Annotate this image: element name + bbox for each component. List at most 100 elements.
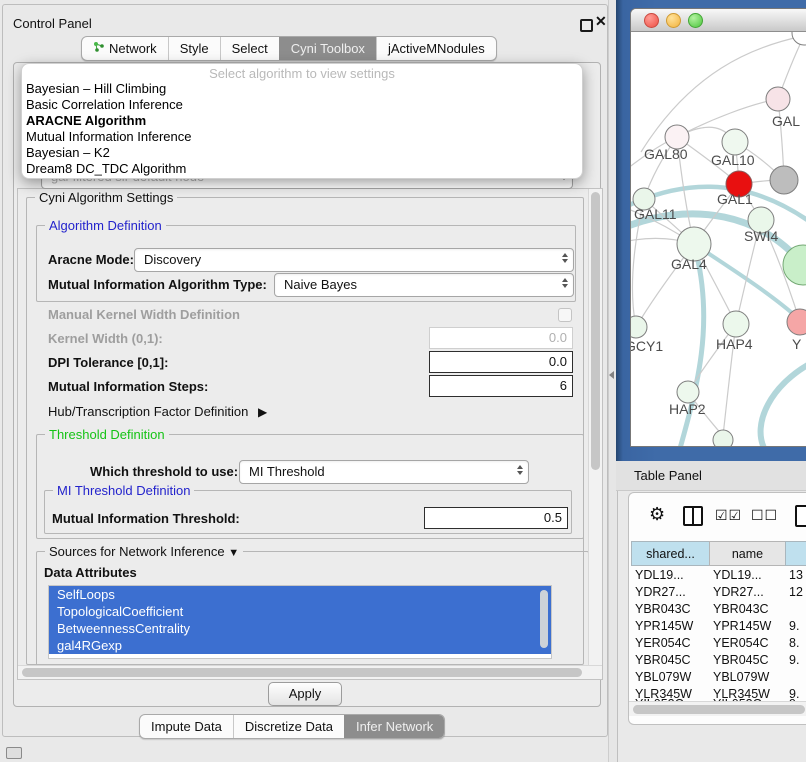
table-row[interactable]: YDR27... YDR27... 12 bbox=[629, 584, 806, 601]
select-all-checks-icon[interactable]: ☑☑ bbox=[715, 507, 742, 524]
which-threshold-combobox[interactable]: MI Threshold bbox=[239, 460, 529, 484]
aracne-mode-combobox[interactable]: Discovery bbox=[134, 248, 574, 272]
list-item[interactable]: SelfLoops bbox=[49, 586, 551, 603]
cell-shared[interactable]: YPR145W bbox=[635, 618, 707, 635]
kernel-width-field[interactable]: 0.0 bbox=[429, 327, 573, 349]
float-window-button[interactable] bbox=[580, 19, 593, 32]
gear-icon[interactable]: ⚙ bbox=[649, 504, 665, 525]
list-item[interactable]: gal4RGexp bbox=[49, 637, 551, 654]
list-scrollbar-thumb[interactable] bbox=[540, 590, 548, 648]
column-header-name[interactable]: name bbox=[709, 541, 786, 566]
cell-name[interactable]: YBR045C bbox=[713, 652, 785, 669]
tab-jactivemnodules[interactable]: jActiveMNodules bbox=[376, 37, 496, 60]
dpi-tolerance-field[interactable]: 0.0 bbox=[429, 351, 573, 373]
table-toolbar: ⚙ ☑☑ ☐☐ bbox=[629, 493, 806, 539]
column-header-partial[interactable] bbox=[785, 541, 806, 566]
mi-steps-field[interactable]: 6 bbox=[429, 375, 573, 397]
tab-style[interactable]: Style bbox=[168, 37, 220, 60]
mi-type-combobox[interactable]: Naive Bayes bbox=[274, 273, 574, 297]
bottom-tabbar: Impute Data Discretize Data Infer Networ… bbox=[139, 714, 445, 739]
node-label: Y bbox=[792, 336, 802, 352]
dropdown-item[interactable]: Bayesian – Hill Climbing bbox=[26, 81, 576, 97]
apply-button[interactable]: Apply bbox=[268, 682, 342, 706]
columns-icon[interactable] bbox=[683, 506, 703, 526]
cell-value[interactable]: 12 bbox=[789, 584, 806, 601]
tab-discretize-data[interactable]: Discretize Data bbox=[233, 715, 344, 738]
table-row[interactable]: YBL079W YBL079W bbox=[629, 669, 806, 686]
cell-name[interactable]: YBL079W bbox=[713, 669, 785, 686]
control-panel-window: Control Panel ✕ Network Style Select Cyn… bbox=[2, 4, 608, 737]
dropdown-item[interactable]: Dream8 DC_TDC Algorithm bbox=[26, 161, 576, 177]
network-node[interactable] bbox=[713, 430, 733, 446]
horizontal-scrollbar[interactable] bbox=[18, 665, 602, 679]
list-item[interactable]: TopologicalCoefficient bbox=[49, 603, 551, 620]
tab-cyni-toolbox[interactable]: Cyni Toolbox bbox=[279, 37, 376, 60]
cell-shared[interactable]: YBR045C bbox=[635, 652, 707, 669]
dropdown-item[interactable]: Basic Correlation Inference bbox=[26, 97, 576, 113]
collapse-arrow-icon[interactable]: ▼ bbox=[228, 547, 239, 559]
cell-name[interactable]: YDR27... bbox=[713, 584, 785, 601]
control-panel-title: Control Panel bbox=[13, 16, 92, 31]
dropdown-item-selected[interactable]: ARACNE Algorithm bbox=[26, 113, 576, 129]
tab-infer-network[interactable]: Infer Network bbox=[344, 715, 444, 738]
table-panel-titlebar: Table Panel bbox=[616, 461, 806, 491]
deselect-all-checks-icon[interactable]: ☐☐ bbox=[751, 507, 778, 524]
combo-value: Naive Bayes bbox=[284, 276, 357, 294]
table-row[interactable]: YER054C YER054C 8. bbox=[629, 635, 806, 652]
network-node-hap4[interactable] bbox=[723, 311, 749, 337]
tab-impute-data[interactable]: Impute Data bbox=[140, 715, 233, 738]
tab-network[interactable]: Network bbox=[82, 37, 168, 60]
horizontal-scrollbar-thumb[interactable] bbox=[22, 668, 582, 677]
network-node-hap2[interactable] bbox=[677, 381, 699, 403]
table-header-row: shared... name bbox=[629, 541, 806, 566]
network-node[interactable] bbox=[792, 32, 806, 45]
table-horizontal-scrollbar-thumb[interactable] bbox=[633, 705, 805, 714]
network-canvas[interactable]: GAL GAL80 GAL10 GAL1 GAL11 SWI4 GAL4 GCY… bbox=[631, 32, 806, 446]
collapsed-panel-icon[interactable] bbox=[6, 747, 22, 759]
dropdown-item[interactable]: Mutual Information Inference bbox=[26, 129, 576, 145]
mi-threshold-label: Mutual Information Threshold: bbox=[52, 511, 240, 526]
mi-threshold-field[interactable]: 0.5 bbox=[424, 507, 568, 529]
tab-label: jActiveMNodules bbox=[388, 37, 485, 60]
table-row[interactable]: YDL19... YDL19... 13 bbox=[629, 567, 806, 584]
vertical-scrollbar-thumb[interactable] bbox=[591, 192, 600, 470]
minimize-traffic-light[interactable] bbox=[666, 13, 681, 28]
cell-name[interactable]: YPR145W bbox=[713, 618, 785, 635]
network-node-gray[interactable] bbox=[770, 166, 798, 194]
table-row[interactable]: YBR045C YBR045C 9. bbox=[629, 652, 806, 669]
table-row[interactable]: YPR145W YPR145W 9. bbox=[629, 618, 806, 635]
table-horizontal-scrollbar[interactable] bbox=[629, 701, 806, 716]
column-header-shared[interactable]: shared... bbox=[631, 541, 710, 566]
hub-definition-toggle[interactable]: Hub/Transcription Factor Definition ▶ bbox=[48, 404, 267, 419]
cell-value[interactable]: 13 bbox=[789, 567, 806, 584]
close-traffic-light[interactable] bbox=[644, 13, 659, 28]
manual-kernel-checkbox[interactable] bbox=[558, 308, 572, 322]
cell-name[interactable]: YBR043C bbox=[713, 601, 785, 618]
cell-shared[interactable]: YBR043C bbox=[635, 601, 707, 618]
node-label: GAL4 bbox=[671, 256, 707, 272]
dropdown-item[interactable]: Bayesian – K2 bbox=[26, 145, 576, 161]
cell-name[interactable]: YER054C bbox=[713, 635, 785, 652]
cell-shared[interactable]: YER054C bbox=[635, 635, 707, 652]
list-item[interactable]: BetweennessCentrality bbox=[49, 620, 551, 637]
network-window-titlebar[interactable] bbox=[631, 9, 806, 32]
tab-select[interactable]: Select bbox=[220, 37, 279, 60]
network-node-gcy1[interactable] bbox=[631, 316, 647, 338]
table-row[interactable]: YBR043C YBR043C bbox=[629, 601, 806, 618]
divider-collapse-arrow-icon[interactable] bbox=[609, 371, 614, 379]
network-node[interactable] bbox=[766, 87, 790, 111]
vertical-scrollbar[interactable] bbox=[588, 189, 602, 665]
cell-shared[interactable]: YDL19... bbox=[635, 567, 707, 584]
hub-definition-label: Hub/Transcription Factor Definition bbox=[48, 404, 248, 419]
document-icon[interactable] bbox=[795, 505, 806, 527]
cell-shared[interactable]: YBL079W bbox=[635, 669, 707, 686]
group-title: MI Threshold Definition bbox=[53, 483, 194, 498]
cell-name[interactable]: YDL19... bbox=[713, 567, 785, 584]
cell-value[interactable]: 9. bbox=[789, 618, 806, 635]
zoom-traffic-light[interactable] bbox=[688, 13, 703, 28]
stepper-arrows-icon bbox=[517, 465, 523, 475]
cell-value[interactable]: 8. bbox=[789, 635, 806, 652]
close-window-button[interactable]: ✕ bbox=[595, 13, 607, 30]
cell-shared[interactable]: YDR27... bbox=[635, 584, 707, 601]
cell-value[interactable]: 9. bbox=[789, 652, 806, 669]
